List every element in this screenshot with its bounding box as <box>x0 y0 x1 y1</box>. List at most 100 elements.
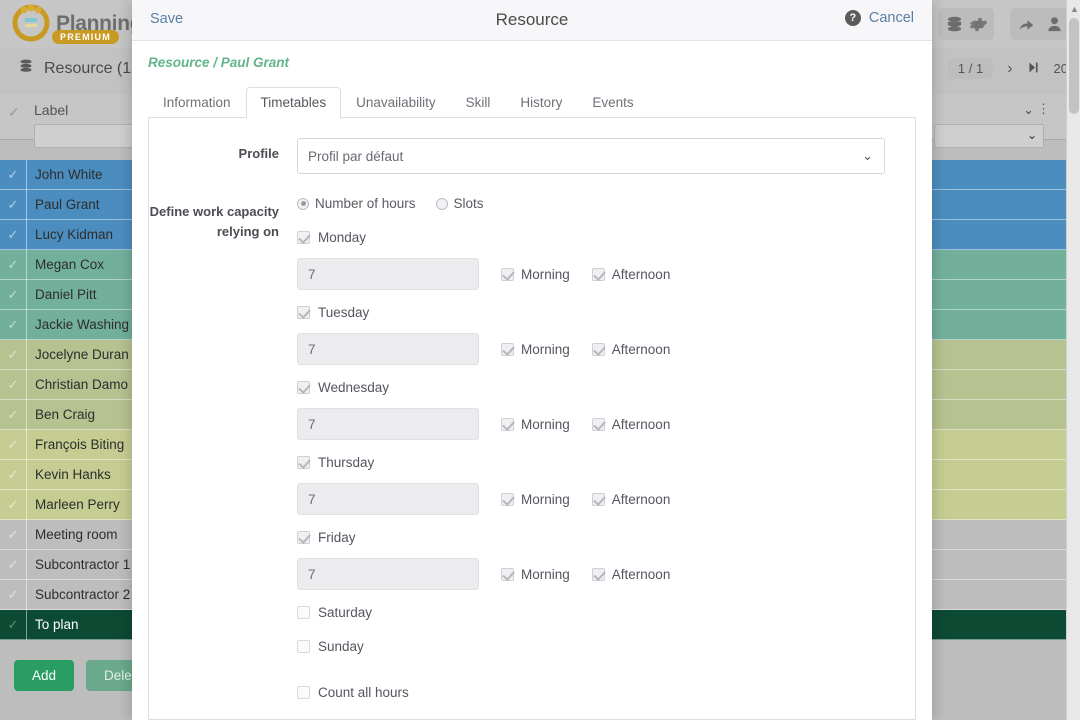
planning-logo-icon <box>12 4 50 42</box>
profile-select[interactable]: Profil par défaut <box>297 138 885 174</box>
row-checkbox[interactable]: ✓ <box>0 497 26 513</box>
select-all-checkbox[interactable]: ✓ <box>8 104 20 121</box>
day-checkbox[interactable] <box>297 455 310 469</box>
tab-information[interactable]: Information <box>148 87 246 118</box>
afternoon-checkbox[interactable] <box>591 342 605 356</box>
count-all-hours-row[interactable]: Count all hours <box>297 680 915 704</box>
day-row-thursday[interactable]: Thursday <box>297 450 915 474</box>
row-checkbox[interactable]: ✓ <box>0 167 26 183</box>
row-checkbox[interactable]: ✓ <box>0 527 26 543</box>
day-row-wednesday[interactable]: Wednesday <box>297 375 915 399</box>
row-checkbox[interactable]: ✓ <box>0 257 26 273</box>
help-icon[interactable]: ? <box>844 10 861 26</box>
filter-select-right[interactable]: ⌄ <box>934 124 1044 148</box>
resource-section-title: Resource (1 <box>18 58 131 79</box>
hours-input[interactable] <box>297 483 479 515</box>
morning-label: Morning <box>521 566 570 582</box>
day-row-tuesday[interactable]: Tuesday <box>297 300 915 324</box>
day-checkbox[interactable] <box>297 530 310 544</box>
day-label: Thursday <box>318 454 375 470</box>
day-checkbox[interactable] <box>297 639 310 653</box>
day-label: Wednesday <box>318 379 390 395</box>
count-all-hours-checkbox[interactable] <box>297 685 310 699</box>
tab-events[interactable]: Events <box>577 87 648 118</box>
day-block: Thursday Morning Afternoon <box>297 450 915 515</box>
gear-icon[interactable] <box>962 8 994 40</box>
hours-row: Morning Afternoon <box>297 258 915 290</box>
tab-timetables[interactable]: Timetables <box>245 87 342 118</box>
afternoon-checkbox-wrap[interactable]: Afternoon <box>591 416 671 432</box>
row-checkbox[interactable]: ✓ <box>0 287 26 303</box>
morning-checkbox-wrap[interactable]: Morning <box>501 417 570 432</box>
add-button[interactable]: Add <box>14 660 75 691</box>
afternoon-label: Afternoon <box>611 491 671 507</box>
cancel-link[interactable]: Cancel <box>869 10 914 26</box>
afternoon-checkbox-wrap[interactable]: Afternoon <box>591 491 671 507</box>
row-checkbox[interactable]: ✓ <box>0 617 26 633</box>
afternoon-checkbox-wrap[interactable]: Afternoon <box>591 342 670 357</box>
day-checkbox[interactable] <box>297 305 310 319</box>
morning-checkbox[interactable] <box>501 267 514 281</box>
breadcrumb[interactable]: Resource / Paul Grant <box>148 55 289 70</box>
morning-checkbox[interactable] <box>501 342 514 356</box>
row-checkbox[interactable]: ✓ <box>0 557 26 573</box>
app-logo: Planning PREMIUM <box>12 4 143 44</box>
day-label: Saturday <box>318 604 373 620</box>
day-row-friday[interactable]: Friday <box>297 525 915 549</box>
afternoon-label: Afternoon <box>611 416 671 432</box>
modal-title: Resource <box>495 10 569 29</box>
afternoon-checkbox[interactable] <box>591 417 605 431</box>
day-checkbox[interactable] <box>297 380 310 394</box>
resource-modal: Save Resource ? Cancel Resource / Paul G… <box>132 0 932 720</box>
row-checkbox[interactable]: ✓ <box>0 407 26 423</box>
scrollbar-thumb[interactable] <box>1069 18 1079 114</box>
row-checkbox[interactable]: ✓ <box>0 197 26 213</box>
morning-checkbox[interactable] <box>501 492 514 506</box>
chevron-down-icon[interactable]: ⌄ <box>1023 102 1034 118</box>
afternoon-checkbox[interactable] <box>591 567 605 581</box>
morning-checkbox-wrap[interactable]: Morning <box>501 567 570 582</box>
vertical-scrollbar[interactable]: ▲ <box>1066 0 1080 720</box>
morning-checkbox[interactable] <box>501 567 514 581</box>
day-checkbox[interactable] <box>297 605 310 619</box>
next-page-button[interactable]: › <box>1007 60 1012 78</box>
morning-label: Morning <box>521 416 570 432</box>
radio-unselected[interactable] <box>435 197 448 210</box>
day-label: Sunday <box>318 638 364 654</box>
day-checkbox[interactable] <box>297 230 310 244</box>
row-checkbox[interactable]: ✓ <box>0 347 26 363</box>
row-checkbox[interactable]: ✓ <box>0 587 26 603</box>
day-block: Monday Morning Afternoon <box>297 225 915 290</box>
radio-label: Slots <box>453 196 484 211</box>
afternoon-checkbox-wrap[interactable]: Afternoon <box>591 267 670 282</box>
hours-input[interactable] <box>297 258 479 290</box>
morning-checkbox-wrap[interactable]: Morning <box>501 492 570 507</box>
row-checkbox[interactable]: ✓ <box>0 467 26 483</box>
radio-selected[interactable] <box>297 197 309 210</box>
afternoon-checkbox-wrap[interactable]: Afternoon <box>591 567 670 582</box>
morning-checkbox-wrap[interactable]: Morning <box>501 267 570 282</box>
tab-history[interactable]: History <box>505 87 577 118</box>
day-row-monday[interactable]: Monday <box>297 225 915 249</box>
scroll-up-icon[interactable]: ▲ <box>1070 4 1079 14</box>
afternoon-checkbox[interactable] <box>591 267 605 281</box>
hours-row: Morning Afternoon <box>297 558 915 590</box>
tab-skill[interactable]: Skill <box>451 87 506 118</box>
day-row-sunday[interactable]: Sunday <box>297 634 915 658</box>
hours-input[interactable] <box>297 558 479 590</box>
tab-unavailability[interactable]: Unavailability <box>341 87 451 118</box>
hours-input[interactable] <box>297 333 479 365</box>
last-page-button[interactable] <box>1027 61 1040 77</box>
morning-checkbox-wrap[interactable]: Morning <box>501 342 570 357</box>
row-checkbox[interactable]: ✓ <box>0 437 26 453</box>
row-checkbox[interactable]: ✓ <box>0 317 26 333</box>
column-header-label[interactable]: Label <box>34 102 68 118</box>
more-vertical-icon[interactable]: ⋮ <box>1037 101 1050 117</box>
hours-input[interactable] <box>297 408 479 440</box>
morning-checkbox[interactable] <box>501 417 514 431</box>
row-checkbox[interactable]: ✓ <box>0 227 26 243</box>
afternoon-checkbox[interactable] <box>591 492 605 506</box>
hours-row: Morning Afternoon <box>297 483 915 515</box>
day-row-saturday[interactable]: Saturday <box>297 600 915 624</box>
row-checkbox[interactable]: ✓ <box>0 377 26 393</box>
